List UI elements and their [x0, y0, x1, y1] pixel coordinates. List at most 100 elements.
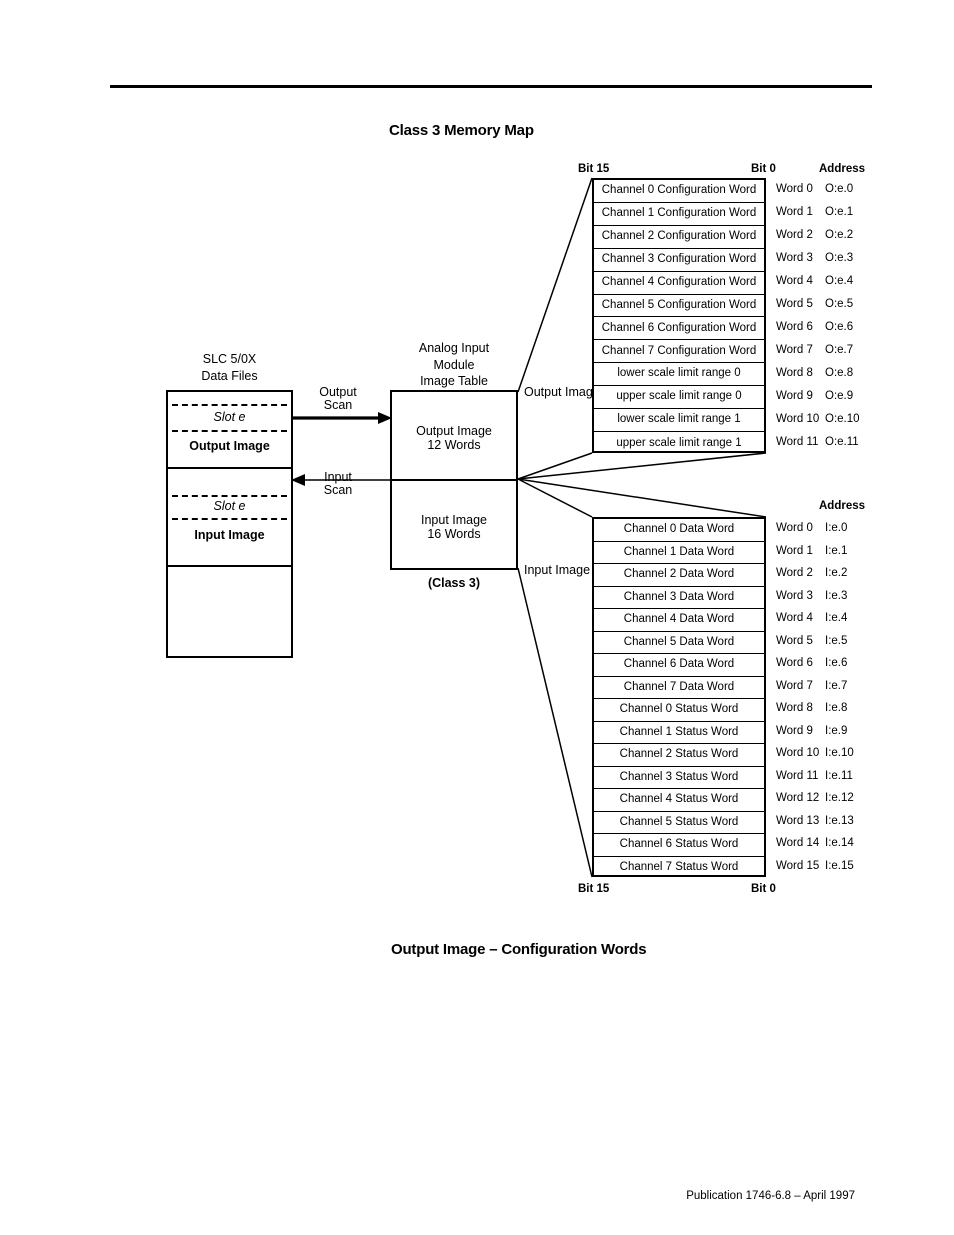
word-address: O:e.6 — [825, 320, 854, 333]
table-row: Channel 7 Configuration Word — [594, 340, 764, 364]
header-rule — [110, 85, 872, 88]
word-address: I:e.6 — [825, 657, 848, 670]
word-address: I:e.7 — [825, 679, 848, 692]
table-row: Channel 5 Data Word — [594, 632, 764, 654]
word-address: I:e.10 — [825, 747, 854, 760]
word-name: Channel 1 Data Word — [623, 545, 735, 558]
table-row: upper scale limit range 0 — [594, 386, 764, 410]
table-row: Channel 0 Data Word — [594, 519, 764, 542]
slc-dashed-line-bottom-1 — [172, 430, 287, 432]
table-row: Channel 6 Status Word — [594, 834, 764, 857]
table-row: Channel 7 Status Word — [594, 857, 764, 880]
word-name: Channel 7 Data Word — [623, 680, 735, 693]
output-scan-label-line2: Scan — [323, 398, 353, 412]
word-address: I:e.8 — [825, 702, 848, 715]
word-address: I:e.13 — [825, 814, 854, 827]
table-row: Channel 3 Configuration Word — [594, 249, 764, 272]
word-name: Channel 4 Configuration Word — [601, 275, 757, 288]
slc-heading-line1: SLC 5/0X — [202, 352, 257, 366]
slot-label-input: Slot e — [213, 499, 246, 513]
table-row: Channel 2 Status Word — [594, 744, 764, 767]
table-row: Channel 4 Configuration Word — [594, 272, 764, 295]
word-address: O:e.10 — [825, 412, 860, 425]
module-image-divider — [390, 479, 518, 481]
word-name: upper scale limit range 1 — [616, 436, 742, 449]
input-scan-label-line2: Scan — [323, 483, 353, 497]
word-address: I:e.2 — [825, 567, 848, 580]
output-image-word-table: Channel 0 Configuration Word Channel 1 Co… — [592, 178, 766, 453]
publication-footer: Publication 1746-6.8 – April 1997 — [686, 1190, 855, 1202]
slc-divider-2 — [166, 565, 293, 567]
word-name: Channel 5 Status Word — [619, 815, 739, 828]
word-address: O:e.11 — [825, 435, 859, 448]
word-name: Channel 5 Data Word — [623, 635, 735, 648]
document-page: Class 3 Memory Map Output Image – Config… — [0, 0, 954, 1235]
word-address: O:e.9 — [825, 389, 854, 402]
word-name: Channel 0 Data Word — [623, 523, 735, 535]
output-table-bit0-label: Bit 0 — [751, 163, 776, 175]
table-row: Channel 4 Data Word — [594, 609, 764, 632]
table-row: Channel 3 Status Word — [594, 767, 764, 789]
module-heading-line2: Module — [433, 358, 475, 372]
output-scan-label-line1: Output — [319, 385, 357, 399]
table-row: Channel 5 Configuration Word — [594, 295, 764, 318]
word-address: O:e.0 — [825, 183, 854, 196]
word-name: Channel 2 Data Word — [623, 568, 735, 580]
output-image-section-label: Output Image — [189, 439, 270, 453]
slc-dashed-line-top-1 — [172, 404, 287, 406]
word-name: Channel 1 Configuration Word — [601, 207, 757, 220]
word-name: Channel 1 Status Word — [619, 725, 739, 738]
module-class-label: (Class 3) — [427, 576, 481, 590]
word-name: Channel 6 Configuration Word — [601, 321, 757, 334]
input-image-section-label: Input Image — [194, 528, 265, 542]
table-row: Channel 5 Status Word — [594, 812, 764, 834]
section-heading: Output Image – Configuration Words — [391, 941, 647, 958]
word-address: O:e.7 — [825, 343, 854, 356]
table-row: Channel 0 Configuration Word — [594, 180, 764, 203]
slc-dashed-line-bottom-2 — [172, 518, 287, 520]
module-output-image-line1: Output Image — [416, 424, 492, 438]
word-name: Channel 0 Status Word — [619, 703, 739, 715]
module-input-image-line2: 16 Words — [427, 527, 481, 541]
word-address: I:e.5 — [825, 634, 848, 647]
word-name: Channel 4 Data Word — [623, 613, 735, 625]
word-address: O:e.8 — [825, 366, 854, 379]
word-name: lower scale limit range 1 — [617, 413, 741, 426]
table-row: upper scale limit range 1 — [594, 432, 764, 455]
table-row: Channel 1 Configuration Word — [594, 203, 764, 226]
table-row: Channel 2 Configuration Word — [594, 226, 764, 249]
table-row: Channel 0 Status Word — [594, 699, 764, 722]
slc-divider-1 — [166, 467, 293, 469]
output-table-bit15-label: Bit 15 — [578, 163, 610, 175]
input-table-bit0-label: Bit 0 — [751, 883, 776, 895]
word-address: I:e.12 — [825, 792, 854, 805]
word-address: O:e.5 — [825, 298, 854, 311]
table-row: Channel 1 Status Word — [594, 722, 764, 744]
word-address: O:e.1 — [825, 206, 854, 219]
word-name: Channel 0 Configuration Word — [601, 184, 757, 197]
module-heading-line3: Image Table — [420, 374, 488, 388]
table-row: Channel 4 Status Word — [594, 789, 764, 812]
word-address: I:e.11 — [825, 769, 853, 782]
word-address: O:e.2 — [825, 229, 854, 242]
module-input-image-line1: Input Image — [420, 513, 487, 527]
slc-dashed-line-top-2 — [172, 495, 287, 497]
word-name: Channel 4 Status Word — [619, 793, 739, 805]
table-row: Channel 6 Data Word — [594, 654, 764, 677]
word-name: Channel 3 Status Word — [619, 770, 739, 783]
input-scan-label-line1: Input — [324, 470, 352, 484]
word-address: O:e.3 — [825, 252, 854, 265]
word-name: Channel 3 Data Word — [623, 590, 735, 603]
input-table-bit15-label: Bit 15 — [578, 883, 610, 895]
word-name: Channel 3 Configuration Word — [601, 252, 757, 265]
word-name: Channel 7 Configuration Word — [601, 344, 757, 357]
input-table-address-header: Address — [819, 500, 866, 512]
word-name: upper scale limit range 0 — [616, 390, 742, 403]
word-name: Channel 6 Data Word — [623, 658, 735, 670]
table-row: Channel 1 Data Word — [594, 542, 764, 564]
word-address: I:e.0 — [825, 522, 848, 535]
word-address: I:e.4 — [825, 612, 848, 625]
word-address: O:e.4 — [825, 275, 854, 288]
input-image-word-table: Channel 0 Data Word Channel 1 Data Word Ch… — [592, 517, 766, 877]
word-address: I:e.14 — [825, 837, 854, 850]
